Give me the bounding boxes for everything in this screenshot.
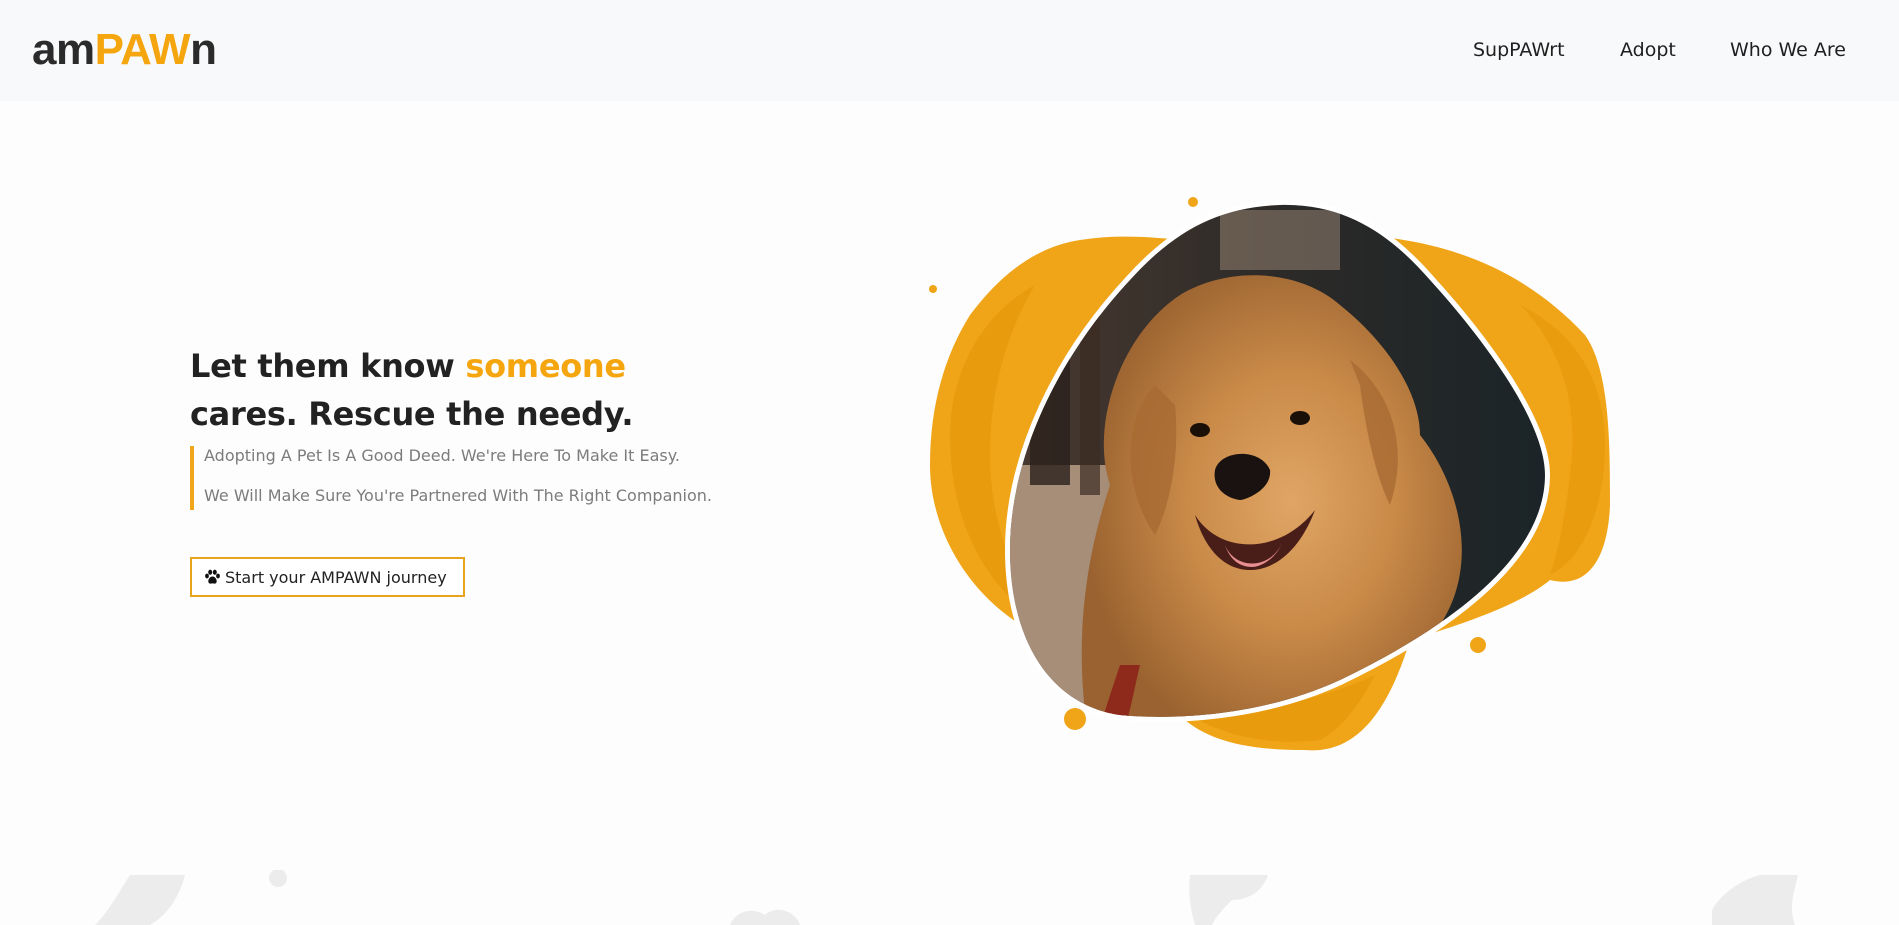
orange-dot	[929, 285, 937, 293]
paw-print-shape	[95, 875, 185, 925]
paw-print-shape	[269, 869, 287, 887]
orange-dot	[1188, 197, 1198, 207]
decorative-paw-pattern	[0, 869, 1899, 925]
paw-print-shape	[1712, 875, 1798, 925]
hero-illustration	[920, 185, 1620, 760]
hero-tagline-2: We Will Make Sure You're Partnered With …	[204, 486, 712, 505]
logo-text-n: n	[190, 25, 217, 74]
start-journey-label: Start your AMPAWN journey	[225, 567, 447, 587]
logo-text-am: am	[32, 25, 95, 74]
paw-print-shape	[1189, 875, 1268, 925]
nav-link-adopt[interactable]: Adopt	[1620, 38, 1676, 62]
navbar: amPAWn SupPAWrt Adopt Who We Are	[0, 0, 1899, 101]
nav-link-support[interactable]: SupPAWrt	[1473, 38, 1565, 62]
hero-tagline-1: Adopting A Pet Is A Good Deed. We're Her…	[204, 446, 680, 465]
logo[interactable]: amPAWn	[32, 24, 217, 76]
headline-accent: someone	[465, 347, 626, 385]
orange-dot	[1064, 708, 1086, 730]
orange-dot	[1470, 637, 1486, 653]
logo-text-paw: PAW	[94, 25, 191, 74]
nav-link-who-we-are[interactable]: Who We Are	[1730, 38, 1846, 62]
paw-print-shape	[730, 909, 800, 925]
headline-part2: cares. Rescue the needy.	[190, 395, 634, 433]
paw-icon	[204, 569, 221, 585]
hero-quote: Adopting A Pet Is A Good Deed. We're Her…	[190, 446, 712, 510]
start-journey-button[interactable]: Start your AMPAWN journey	[190, 557, 465, 597]
headline-part1: Let them know	[190, 347, 466, 385]
hero-headline: Let them know someone cares. Rescue the …	[190, 342, 750, 438]
